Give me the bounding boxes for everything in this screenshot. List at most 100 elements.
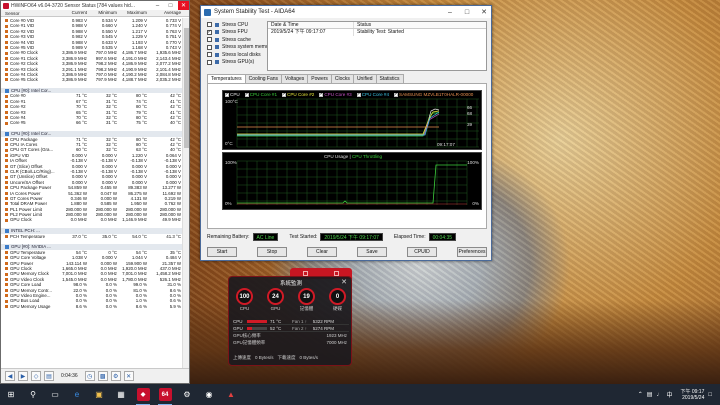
- scrollbar-thumb[interactable]: [184, 28, 189, 148]
- upload-value: 0 Bytes/s: [255, 355, 274, 360]
- legend-item[interactable]: ✓ CPU: [225, 92, 240, 97]
- network-icon[interactable]: ◇: [31, 371, 41, 381]
- tab-voltages[interactable]: Voltages: [281, 74, 309, 83]
- stress-options: Stress CPU ✓ Stress FPU Stress cache Stress …: [207, 21, 273, 71]
- tab-unified[interactable]: Unified: [352, 74, 377, 83]
- col-average[interactable]: Average: [149, 10, 183, 16]
- edge-browser-icon[interactable]: e: [66, 384, 88, 405]
- start-windows-icon[interactable]: ⊞: [0, 384, 22, 405]
- checkbox[interactable]: [207, 22, 212, 28]
- minimize-button[interactable]: –: [152, 1, 163, 10]
- maximize-button[interactable]: □: [460, 6, 474, 18]
- taskbar-clock[interactable]: 下午 09:17 2019/5/24: [680, 389, 704, 401]
- legend-checkbox[interactable]: ✓: [282, 92, 287, 97]
- sensor-row[interactable]: GPU Clock 0.0 MHz 0.0 MHz 1,146.9 MHz 49.9 M…: [1, 217, 183, 222]
- col-date-time: Date & Time: [268, 22, 354, 28]
- tab-clocks[interactable]: Clocks: [330, 74, 354, 83]
- stress-option[interactable]: ✓ Stress FPU: [207, 29, 263, 37]
- series-core3-line: [237, 113, 440, 136]
- sensor-icon: [5, 180, 8, 184]
- nav-left-icon[interactable]: ◀: [5, 371, 15, 381]
- monitor-clock-row: GPU核心頻率 1923 MHz: [233, 332, 349, 339]
- col-sensor[interactable]: Sensor: [1, 10, 59, 16]
- legend-item[interactable]: ✓ CPU Core #2: [282, 92, 314, 97]
- clear-button[interactable]: Clear: [307, 247, 337, 257]
- series-core1-line: [237, 112, 439, 137]
- network-tray-icon[interactable]: ▤: [647, 391, 653, 398]
- hardware-icon: [215, 37, 219, 42]
- monitor-taskbar-icon[interactable]: ◉: [198, 384, 220, 405]
- task-view-icon[interactable]: ▭: [44, 384, 66, 405]
- checkbox[interactable]: ✓: [207, 29, 212, 35]
- settings-taskbar-icon[interactable]: ⚙: [176, 384, 198, 405]
- sensor-row[interactable]: PCH Temperature 37.0 °C 35.0 °C 54.0 °C 41.3…: [1, 234, 183, 239]
- hwinfo-taskbar-icon[interactable]: ◆: [132, 384, 154, 405]
- legend-checkbox[interactable]: ✓: [225, 92, 229, 97]
- aida64-window: System Stability Test - AIDA64 – □ ✕ Str…: [200, 5, 492, 261]
- input-method-icon[interactable]: 中: [666, 390, 672, 399]
- legend-checkbox[interactable]: ✓: [244, 92, 249, 97]
- sensor-row[interactable]: GPU Memory Usage 8.6 % 0.0 % 8.6 % 5.9 %: [1, 304, 183, 309]
- report-icon[interactable]: ▤: [44, 371, 54, 381]
- sensor-row[interactable]: Core #5 Clock 3,386.9 MHz 797.9 MHz 4,188.7…: [1, 77, 183, 82]
- close-button[interactable]: ✕: [477, 6, 491, 18]
- close-sensors-icon[interactable]: ✕: [123, 371, 134, 381]
- legend-checkbox[interactable]: ✓: [394, 92, 399, 97]
- checkbox[interactable]: [207, 44, 212, 50]
- settings-icon[interactable]: ⚙: [110, 371, 121, 381]
- preferences-button[interactable]: Preferences: [457, 247, 487, 257]
- stop-button[interactable]: Stop: [257, 247, 287, 257]
- sensor-icon: [5, 73, 8, 77]
- notification-icon[interactable]: □: [708, 392, 712, 398]
- cpuid-button[interactable]: CPUID: [407, 247, 437, 257]
- fan-label: Fan 2 ↑: [292, 325, 308, 331]
- sensor-row[interactable]: Core #5 66 °C 31 °C 75 °C 40 °C: [1, 120, 183, 125]
- sensor-current: 3,386.9 MHz: [62, 77, 87, 83]
- start-button[interactable]: Start: [207, 247, 237, 257]
- close-button[interactable]: ✕: [178, 1, 189, 10]
- store-icon[interactable]: ▦: [110, 384, 132, 405]
- legend-label: SAMSUNG MZVLB1T0HALR-00000: [399, 92, 474, 97]
- sensor-icon: [5, 175, 8, 179]
- legend-checkbox[interactable]: ✓: [319, 92, 324, 97]
- legend-item[interactable]: ✓ SAMSUNG MZVLB1T0HALR-00000: [394, 92, 473, 97]
- legend-checkbox[interactable]: ✓: [356, 92, 361, 97]
- col-current[interactable]: Current: [59, 10, 89, 16]
- game-app-icon[interactable]: ▲: [220, 384, 242, 405]
- legend-item[interactable]: ✓ CPU Core #1: [244, 92, 277, 97]
- col-maximum[interactable]: Maximum: [119, 10, 149, 16]
- file-explorer-icon[interactable]: ▣: [88, 384, 110, 405]
- monitor-close-icon[interactable]: ✕: [341, 278, 347, 286]
- sensor-group-icon: [5, 245, 9, 250]
- legend-item[interactable]: ✓ CPU Core #3: [319, 92, 352, 97]
- nav-right-icon[interactable]: ▶: [18, 371, 28, 381]
- volume-icon[interactable]: ♩: [656, 392, 662, 398]
- hwinfo-app-icon: [3, 2, 9, 9]
- search-icon[interactable]: ⚲: [22, 384, 44, 405]
- legend-item[interactable]: ✓ CPU Core #4: [356, 92, 389, 97]
- col-minimum[interactable]: Minimum: [89, 10, 119, 16]
- tab-powers[interactable]: Powers: [307, 74, 332, 83]
- sensor-label: Core #5 Clock: [10, 77, 38, 83]
- checkbox[interactable]: [207, 37, 212, 43]
- sensor-list-scrollbar[interactable]: [182, 18, 189, 370]
- save-button[interactable]: Save: [357, 247, 387, 257]
- stress-option[interactable]: Stress cache: [207, 36, 263, 44]
- minimize-button[interactable]: –: [443, 6, 457, 18]
- stress-option[interactable]: Stress CPU: [207, 21, 263, 29]
- checkbox[interactable]: [207, 59, 212, 65]
- aida64-titlebar[interactable]: System Stability Test - AIDA64 – □ ✕: [201, 6, 491, 18]
- tab-cooling-fans[interactable]: Cooling Fans: [244, 74, 283, 83]
- aida64-taskbar-icon[interactable]: 64: [154, 384, 176, 405]
- stress-option[interactable]: Stress local disks: [207, 51, 263, 59]
- tab-statistics[interactable]: Statistics: [375, 74, 404, 83]
- hwinfo-titlebar[interactable]: HWiNFO64 v6.04-3720 Sensor Status [784 v…: [1, 1, 189, 10]
- clock-icon[interactable]: ◷: [84, 371, 95, 381]
- stress-option[interactable]: Stress system memory: [207, 44, 273, 52]
- tray-expand-icon[interactable]: ⌃: [638, 391, 643, 398]
- graph-icon[interactable]: ▩: [97, 371, 108, 381]
- series-core4-line: [237, 111, 440, 136]
- checkbox[interactable]: [207, 52, 212, 58]
- stress-option[interactable]: Stress GPU(s): [207, 59, 263, 67]
- maximize-button[interactable]: □: [165, 1, 176, 10]
